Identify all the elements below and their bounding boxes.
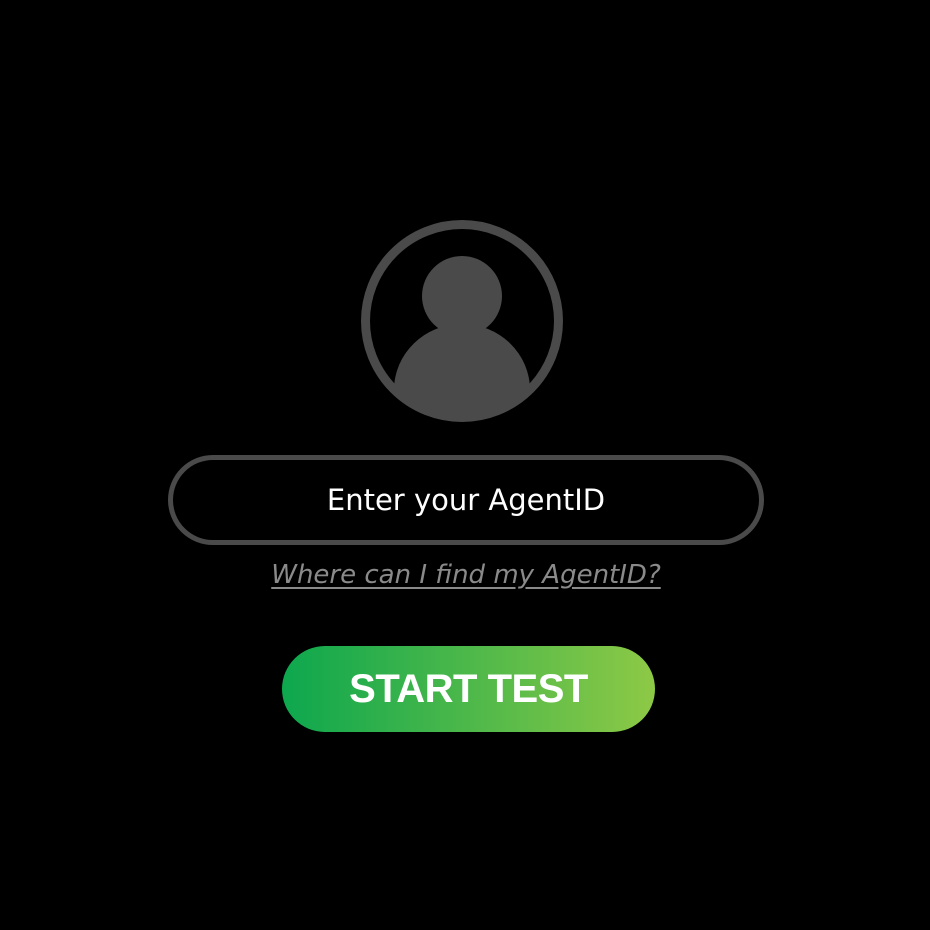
start-test-button[interactable]: START TEST <box>282 646 655 732</box>
user-avatar-icon <box>361 220 563 422</box>
find-agent-id-link[interactable]: Where can I find my AgentID? <box>168 560 764 590</box>
login-page: Where can I find my AgentID? START TEST <box>0 0 930 930</box>
agent-id-input[interactable] <box>168 455 764 545</box>
